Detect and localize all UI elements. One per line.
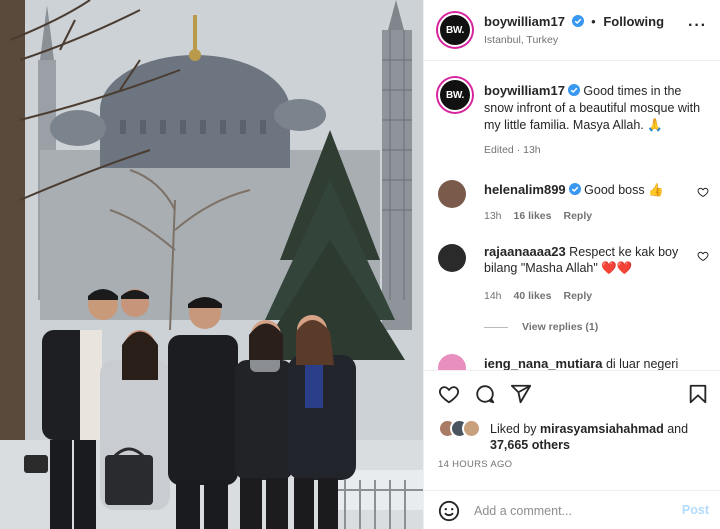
comment-text-block: rajaanaaaa23 Respect ke kak boy bilang "… [484, 244, 694, 276]
post-photo[interactable] [0, 0, 423, 529]
commenter-avatar[interactable] [438, 244, 466, 272]
comment-text-block: ieng_nana_mutiara di luar negeri [484, 356, 694, 370]
likes-text: Liked by mirasyamsiahahmad and 37,665 ot… [490, 421, 716, 453]
comment-reply-button[interactable]: Reply [563, 210, 592, 222]
liker-avatar [462, 419, 481, 438]
caption-username[interactable]: boywilliam17 [484, 83, 565, 98]
author-row: boywilliam17 • Following [484, 14, 664, 29]
post-header: BW. boywilliam17 • Following Istanbul, T… [424, 0, 720, 61]
post-comment-button[interactable]: Post [682, 503, 709, 517]
comment-username[interactable]: helenalim899 [484, 182, 566, 197]
comment-icon[interactable] [474, 383, 496, 405]
comment-likes[interactable]: 40 likes [514, 290, 552, 302]
comment-body: Good boss 👍 [584, 183, 664, 197]
post-actions: Liked by mirasyamsiahahmad and 37,665 ot… [424, 370, 720, 529]
heart-icon[interactable] [438, 383, 460, 405]
bookmark-icon[interactable] [687, 383, 709, 405]
verified-badge-icon [568, 183, 581, 195]
instagram-post-view: BW. boywilliam17 • Following Istanbul, T… [0, 0, 720, 529]
likes-others-count[interactable]: 37,665 others [490, 438, 570, 452]
comments-section[interactable]: BW. boywilliam17 Good times in the snow … [424, 62, 720, 370]
comment-username[interactable]: rajaanaaaa23 [484, 244, 566, 259]
share-icon[interactable] [510, 383, 532, 405]
commenter-avatar[interactable] [438, 354, 466, 370]
comment-time[interactable]: 13h [484, 210, 502, 222]
liker-avatars[interactable] [438, 419, 490, 439]
liked-by-user[interactable]: mirasyamsiahahmad [540, 422, 664, 436]
likes-and-label: and [667, 422, 689, 436]
comment-body: di luar negeri [605, 357, 679, 370]
post-time-ago[interactable]: 14 HOURS AGO [438, 459, 512, 470]
caption-avatar[interactable]: BW. [438, 78, 472, 112]
comment-like-heart-icon[interactable] [697, 186, 709, 198]
comment-time[interactable]: 14h [484, 290, 502, 302]
author-username[interactable]: boywilliam17 [484, 14, 565, 29]
caption-text-block: boywilliam17 Good times in the snow infr… [484, 82, 710, 134]
comment-text-block: helenalim899 Good boss 👍 [484, 182, 694, 198]
author-avatar[interactable]: BW. [438, 13, 472, 47]
more-options-icon[interactable]: ··· [688, 18, 707, 34]
avatar-initials: BW. [446, 24, 464, 36]
add-comment-bar: Post [424, 490, 720, 529]
comment-meta: 14h 40 likes Reply [484, 290, 592, 302]
comment-username[interactable]: ieng_nana_mutiara [484, 356, 603, 370]
emoji-icon[interactable] [438, 500, 460, 522]
mosque-family-photo [0, 0, 423, 529]
comment-reply-button[interactable]: Reply [563, 290, 592, 302]
add-comment-input[interactable] [474, 501, 664, 521]
view-replies-button[interactable]: View replies (1) [484, 321, 598, 333]
comment-meta: 13h 16 likes Reply [484, 210, 592, 222]
post-details-panel: BW. boywilliam17 • Following Istanbul, T… [423, 0, 720, 529]
commenter-avatar[interactable] [438, 180, 466, 208]
avatar-initials: BW. [446, 89, 464, 101]
verified-badge-icon [567, 84, 580, 96]
comment-like-heart-icon[interactable] [697, 250, 709, 262]
liked-by-label: Liked by [490, 422, 537, 436]
post-location[interactable]: Istanbul, Turkey [484, 34, 558, 46]
comment-likes[interactable]: 16 likes [514, 210, 552, 222]
verified-badge-icon [571, 15, 584, 27]
separator-dot: • [591, 14, 596, 29]
caption-meta: Edited · 13h [484, 144, 541, 156]
following-button[interactable]: Following [603, 14, 664, 29]
